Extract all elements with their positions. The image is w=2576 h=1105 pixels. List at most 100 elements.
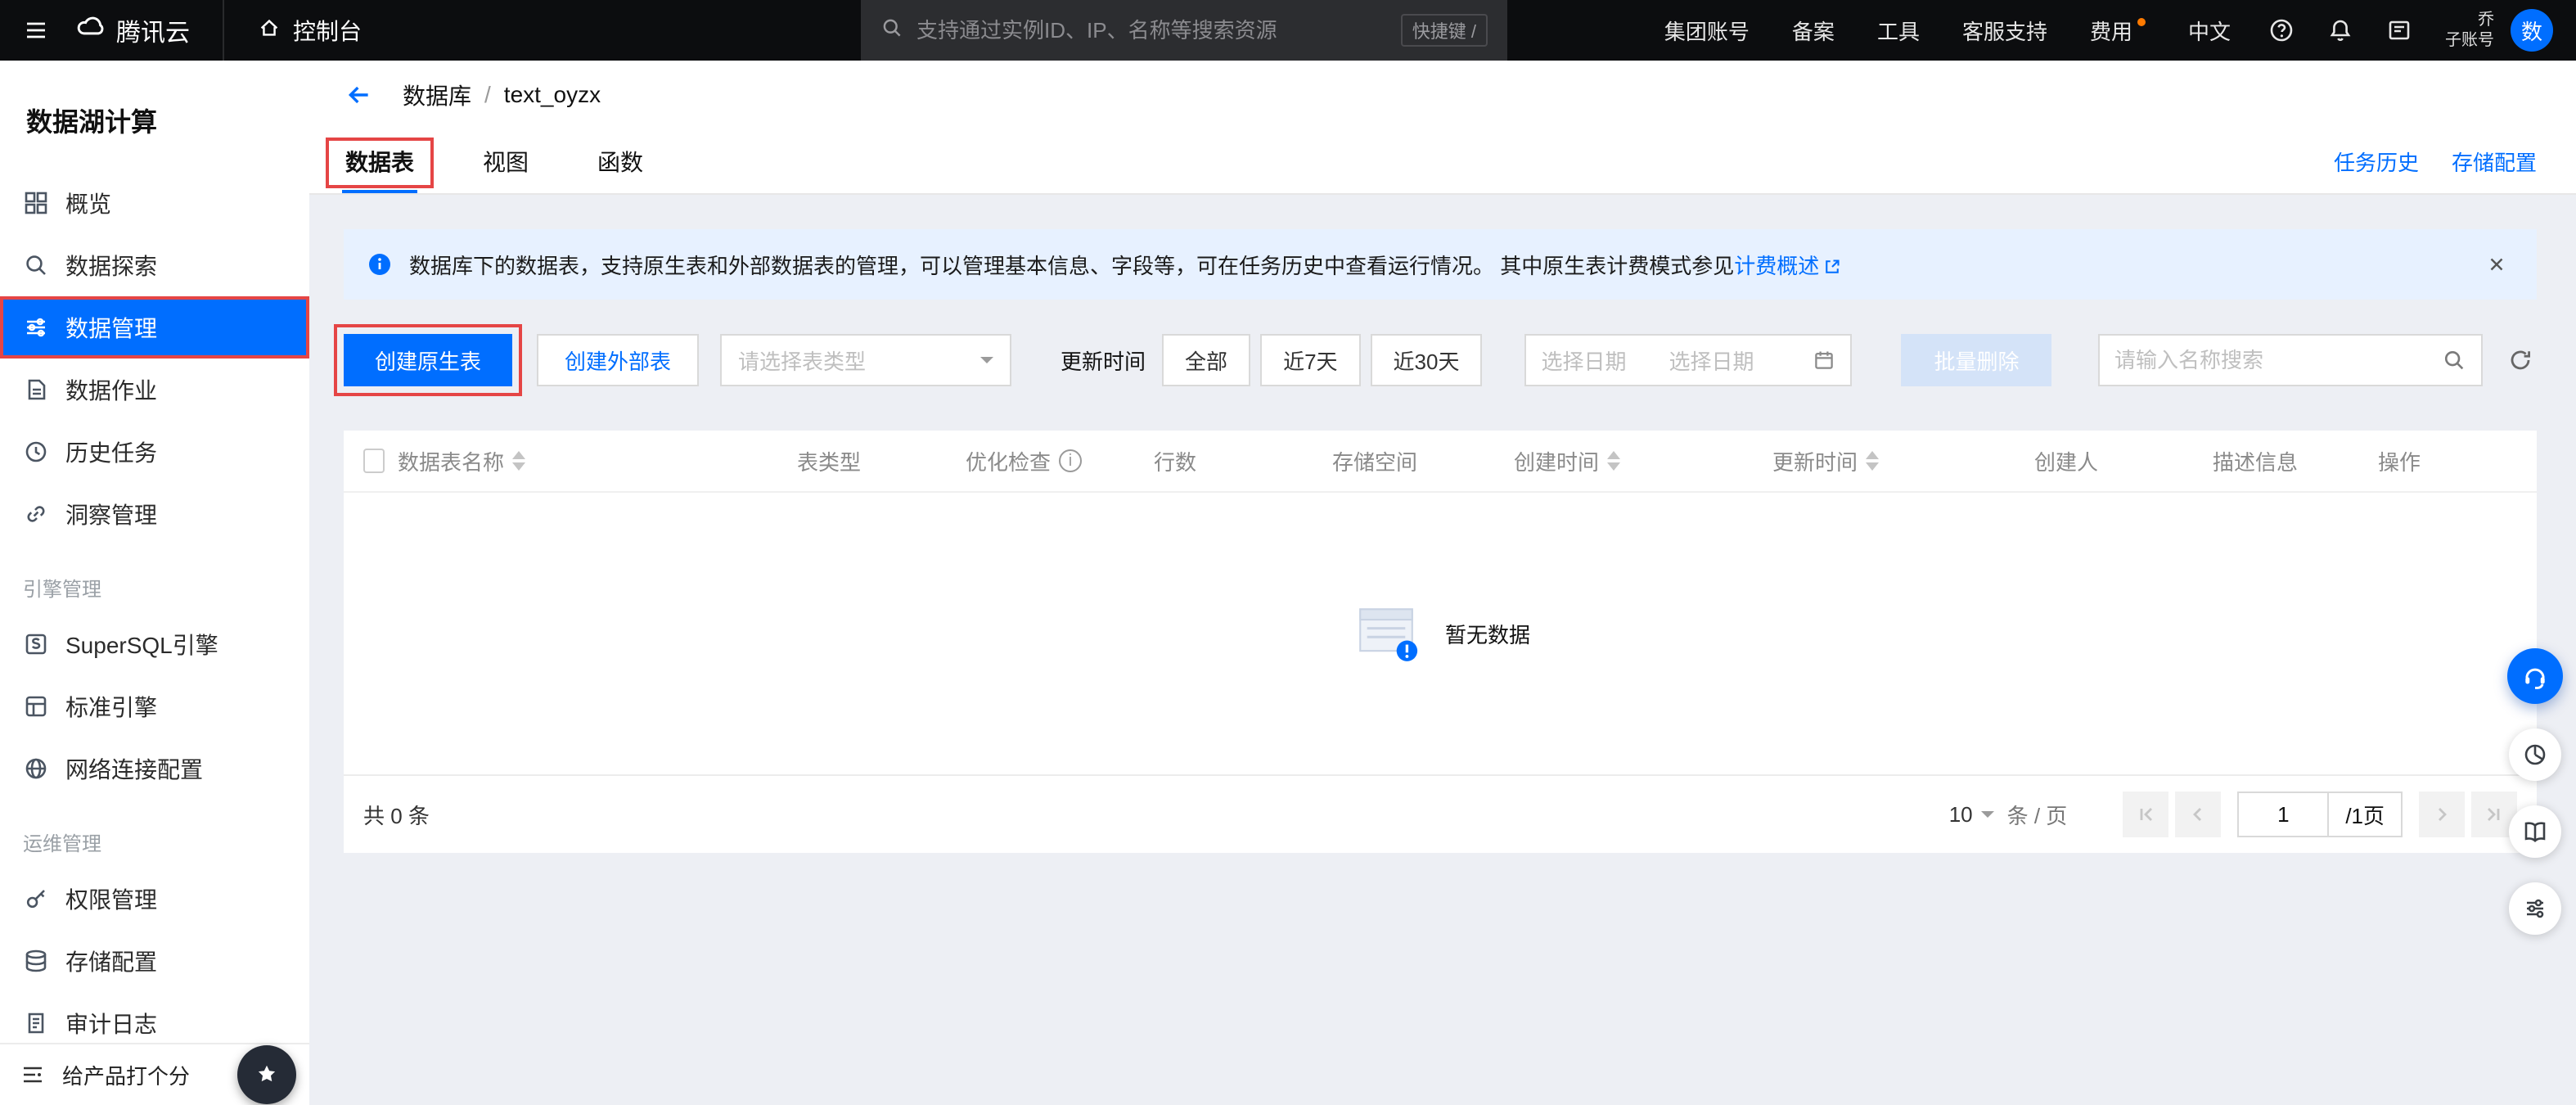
topbar-link-language[interactable]: 中文 xyxy=(2167,0,2252,61)
sidebar-item-label: 网络连接配置 xyxy=(65,757,204,783)
first-page-button[interactable] xyxy=(2123,792,2169,837)
sidebar-item-network-config[interactable]: 网络连接配置 xyxy=(0,737,309,800)
search-icon[interactable] xyxy=(2442,348,2466,372)
avatar[interactable]: 数 xyxy=(2511,9,2553,52)
tab-label: 数据表 xyxy=(345,150,415,175)
tab-functions[interactable]: 函数 xyxy=(594,129,646,193)
sidebar-item-permission-management[interactable]: 权限管理 xyxy=(0,868,309,930)
sort-icon[interactable] xyxy=(1866,451,1880,471)
list-icon xyxy=(24,1067,42,1083)
table-type-select[interactable]: 请选择表类型 xyxy=(720,334,1012,386)
help-icon[interactable] xyxy=(2252,0,2311,61)
batch-delete-button[interactable]: 批量删除 xyxy=(1901,334,2052,386)
chevron-down-icon xyxy=(980,357,994,370)
sidebar-heading-engine: 引擎管理 xyxy=(23,579,101,601)
feedback-panel-icon[interactable] xyxy=(2370,0,2429,61)
sidebar-item-label: 标准引擎 xyxy=(65,695,158,720)
rate-product-bar[interactable]: 给产品打个分 xyxy=(0,1043,309,1105)
sidebar-item-insight-management[interactable]: 洞察管理 xyxy=(0,483,309,545)
prev-page-button[interactable] xyxy=(2175,792,2222,837)
sidebar-item-data-management[interactable]: 数据管理 xyxy=(0,296,309,359)
rate-widget-icon[interactable] xyxy=(237,1045,296,1104)
data-table-card: 数据表名称 表类型 优化检查 i 行数 存储空间 创建时间 更新时间 创建人 描… xyxy=(344,431,2537,853)
column-creator: 创建人 xyxy=(2034,449,2099,475)
shortcut-badge: 快捷键 / xyxy=(1400,14,1488,47)
sidebar-item-label: 数据作业 xyxy=(65,378,158,404)
sort-icon[interactable] xyxy=(1607,451,1621,471)
update-time-label: 更新时间 xyxy=(1061,349,1146,374)
account-info[interactable]: 乔 子账号 xyxy=(2429,10,2507,51)
info-icon xyxy=(369,254,390,275)
range-7d-button[interactable]: 近7天 xyxy=(1260,334,1361,386)
tab-views[interactable]: 视图 xyxy=(480,129,532,193)
floating-widgets xyxy=(2507,648,2563,935)
sidebar-heading-ops: 运维管理 xyxy=(23,833,101,855)
tencent-cloud-brand[interactable]: 腾讯云 xyxy=(72,0,223,61)
database-icon xyxy=(25,949,47,972)
topbar-link-icp[interactable]: 备案 xyxy=(1771,0,1856,61)
time-range-filter: 全部 近7天 近30天 xyxy=(1162,334,1483,386)
range-all-button[interactable]: 全部 xyxy=(1162,334,1251,386)
billing-notification-dot xyxy=(2137,18,2146,26)
date-range-picker[interactable]: 选择日期 选择日期 xyxy=(1524,334,1853,386)
log-icon xyxy=(28,1013,44,1034)
storage-config-link[interactable]: 存储配置 xyxy=(2452,147,2537,177)
key-icon xyxy=(26,890,45,909)
topbar: 腾讯云 控制台 快捷键 / 集团账号 备案 工具 客服支持 费用 中文 xyxy=(0,0,2576,61)
survey-icon[interactable] xyxy=(2509,728,2561,781)
sort-icon[interactable] xyxy=(512,451,526,471)
sidebar-item-standard-engine[interactable]: 标准引擎 xyxy=(0,675,309,737)
column-table-type: 表类型 xyxy=(797,449,862,475)
sidebar-item-history-tasks[interactable]: 历史任务 xyxy=(0,421,309,483)
topbar-link-label: 费用 xyxy=(2089,19,2132,44)
sidebar-item-data-jobs[interactable]: 数据作业 xyxy=(0,359,309,421)
topbar-link-billing[interactable]: 费用 xyxy=(2069,0,2167,61)
sidebar-item-supersql-engine[interactable]: SuperSQL引擎 xyxy=(0,613,309,675)
settings-sliders-icon[interactable] xyxy=(2509,882,2561,935)
docs-icon[interactable] xyxy=(2509,805,2561,858)
grid-icon xyxy=(25,192,47,214)
topbar-link-label: 备案 xyxy=(1791,19,1835,44)
main-content: 数据库 / text_oyzx 数据表 视图 函数 任务历史 存储配置 数据库下… xyxy=(309,61,2576,1105)
search-icon xyxy=(880,16,903,46)
sidebar-item-overview[interactable]: 概览 xyxy=(0,172,309,234)
task-history-link[interactable]: 任务历史 xyxy=(2334,147,2419,177)
page-size-select[interactable]: 10 xyxy=(1949,802,1994,828)
end-date-placeholder: 选择日期 xyxy=(1669,349,1754,374)
breadcrumb-parent[interactable]: 数据库 xyxy=(403,79,471,111)
sidebar-item-label: 权限管理 xyxy=(65,887,158,913)
sidebar-item-data-exploration[interactable]: 数据探索 xyxy=(0,234,309,296)
close-icon[interactable] xyxy=(2479,247,2514,282)
chevron-down-icon xyxy=(1980,811,1994,824)
create-external-table-button[interactable]: 创建外部表 xyxy=(537,334,700,386)
topbar-link-tools[interactable]: 工具 xyxy=(1856,0,1941,61)
home-icon xyxy=(257,16,281,46)
create-native-table-button[interactable]: 创建原生表 xyxy=(333,324,523,396)
back-button[interactable] xyxy=(342,78,376,112)
global-search-input[interactable] xyxy=(916,17,1388,43)
topbar-link-group-account[interactable]: 集团账号 xyxy=(1643,0,1771,61)
next-page-button[interactable] xyxy=(2419,792,2465,837)
sidebar-item-label: SuperSQL引擎 xyxy=(65,633,218,658)
menu-icon[interactable] xyxy=(0,0,72,61)
select-all-checkbox[interactable] xyxy=(363,449,385,473)
sidebar-item-audit-log[interactable]: 审计日志 xyxy=(0,992,309,1043)
topbar-link-support[interactable]: 客服支持 xyxy=(1941,0,2069,61)
billing-overview-link[interactable]: 计费概述 xyxy=(1734,254,1819,278)
range-30d-button[interactable]: 近30天 xyxy=(1370,334,1483,386)
topbar-link-label: 集团账号 xyxy=(1664,19,1750,44)
notification-bell-icon[interactable] xyxy=(2311,0,2370,61)
current-page-input[interactable]: 1 xyxy=(2237,792,2330,837)
breadcrumb-separator: / xyxy=(484,82,491,107)
name-search-input[interactable] xyxy=(2114,347,2442,373)
table-toolbar: 创建原生表 创建外部表 请选择表类型 更新时间 全部 近7天 近30天 选择日期 xyxy=(333,324,2537,396)
sidebar-item-storage-config[interactable]: 存储配置 xyxy=(0,930,309,992)
customer-service-icon[interactable] xyxy=(2507,648,2563,704)
link-icon xyxy=(27,506,45,522)
refresh-icon[interactable] xyxy=(2504,344,2537,377)
total-count: 共 0 条 xyxy=(363,803,430,828)
tab-data-tables[interactable]: 数据表 xyxy=(325,129,435,193)
column-optimize-check: 优化检查 xyxy=(966,449,1052,475)
console-link[interactable]: 控制台 xyxy=(223,0,394,61)
info-icon[interactable]: i xyxy=(1059,449,1083,472)
